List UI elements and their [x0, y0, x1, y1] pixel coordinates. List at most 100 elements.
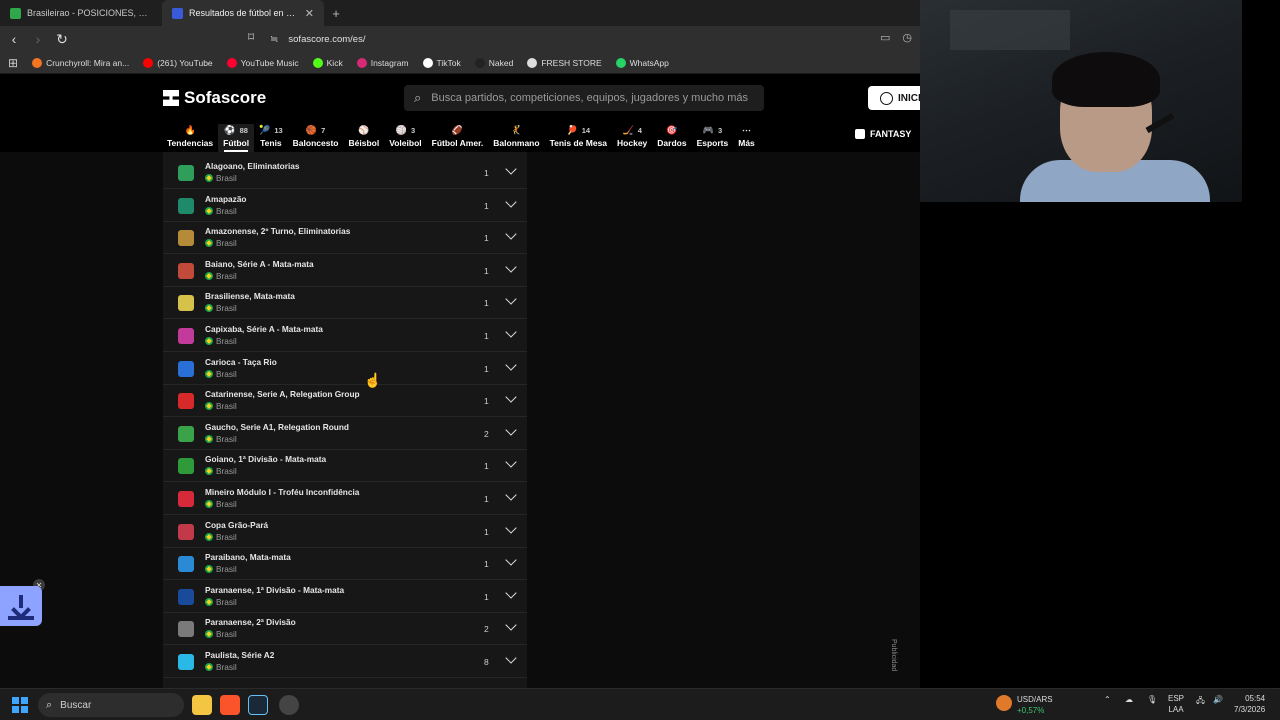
sport-tab-baseball[interactable]: ⚾ Béisbol [344, 124, 385, 152]
tournament-country: Brasil [205, 434, 237, 444]
reload-icon[interactable]: ↻ [52, 29, 72, 49]
tournament-row[interactable]: Paranaense, 1ª Divisão - Mata-mata Brasil… [163, 581, 527, 613]
chevron-down-icon[interactable] [505, 262, 517, 274]
tournament-name: Alagoano, Eliminatorias [205, 161, 300, 171]
system-clock[interactable]: 05:54 7/3/2026 [1234, 693, 1265, 715]
close-tab-icon[interactable]: ✕ [305, 7, 314, 20]
sport-label: Balonmano [493, 138, 540, 148]
file-explorer-icon[interactable] [192, 695, 212, 715]
tournament-row[interactable]: Goiano, 1ª Divisão - Mata-mata Brasil 1 [163, 450, 527, 483]
chevron-down-icon[interactable] [505, 392, 517, 404]
back-icon[interactable]: ‹ [4, 29, 24, 49]
tab-brasileirao[interactable]: Brasileirao - POSICIONES, RESULTADO [0, 0, 162, 26]
sport-label: Fútbol [223, 138, 250, 148]
bookmark-item[interactable]: Kick [312, 57, 343, 68]
sport-tab-flame[interactable]: 🔥 Tendencias [162, 124, 218, 152]
tournament-row[interactable]: Mineiro Módulo I - Troféu Inconfidência B… [163, 483, 527, 515]
sport-tab-basketball[interactable]: 🏀 7 Baloncesto [288, 124, 344, 152]
sport-tab-soccer-ball[interactable]: ⚽ 88 Fútbol [218, 124, 255, 152]
language-indicator[interactable]: ESP LAA [1168, 693, 1184, 715]
tab-sofascore[interactable]: Resultados de fútbol en directo ✕ [162, 0, 324, 26]
bookmark-item[interactable]: FRESH STORE [527, 57, 602, 68]
bookmark-icon[interactable]: ⌑ [248, 30, 254, 44]
bookmark-item[interactable]: Instagram [356, 57, 409, 68]
history-icon[interactable]: ◷ [902, 31, 912, 44]
bookmark-item[interactable]: WhatsApp [615, 57, 669, 68]
chevron-down-icon[interactable] [505, 653, 517, 665]
sport-tab-american-football[interactable]: 🏈 Fútbol Amer. [427, 124, 489, 152]
chevron-down-icon[interactable] [505, 425, 517, 437]
chevron-down-icon[interactable] [505, 620, 517, 632]
forward-icon[interactable]: › [28, 29, 48, 49]
country-name: Brasil [216, 564, 237, 575]
sport-tab-volleyball[interactable]: 🏐 3 Voleibol [384, 124, 426, 152]
microphone-icon[interactable]: 🎙 [1147, 695, 1157, 704]
search-box[interactable]: ⌕ [404, 85, 764, 111]
sport-tab-tennis[interactable]: 🎾 13 Tenis [254, 124, 288, 152]
sport-tab-hockey[interactable]: 🏒 4 Hockey [612, 124, 652, 152]
tournament-row[interactable]: Carioca - Taça Rio Brasil 1 [163, 353, 527, 385]
tournament-row[interactable]: Baiano, Série A - Mata-mata Brasil 1 [163, 255, 527, 287]
chevron-down-icon[interactable] [505, 588, 517, 600]
screen: Brasileirao - POSICIONES, RESULTADO Resu… [0, 0, 1280, 720]
chevron-down-icon[interactable] [505, 294, 517, 306]
sofascore-logo[interactable]: Sofascore [163, 88, 266, 108]
tournament-row[interactable]: Amapazão Brasil 1 [163, 190, 527, 222]
tournament-row[interactable]: Brasiliense, Mata-mata Brasil 1 [163, 287, 527, 320]
tournament-row[interactable]: Paranaense, 2ª Divisão Brasil 2 [163, 613, 527, 646]
bookmark-favicon-icon [422, 57, 433, 68]
bookmark-item[interactable]: Crunchyroll: Mira an... [32, 57, 129, 68]
bookmark-item[interactable]: YouTube Music [226, 57, 299, 68]
tournament-row[interactable]: Paraibano, Mata-mata Brasil 1 [163, 548, 527, 581]
event-count: 1 [484, 265, 489, 276]
bookmark-item[interactable]: Naked [474, 57, 513, 68]
app-icon[interactable] [279, 695, 299, 715]
tournament-row[interactable]: Alagoano, Eliminatorias Brasil 1 [163, 157, 527, 189]
event-count: 1 [484, 200, 489, 211]
chevron-down-icon[interactable] [505, 457, 517, 469]
sport-tab-table-tennis[interactable]: 🏓 14 Tenis de Mesa [545, 124, 612, 152]
volume-icon[interactable]: 🔊 [1213, 695, 1223, 704]
event-count: 1 [484, 331, 489, 341]
chevron-down-icon[interactable] [505, 164, 517, 176]
chevron-down-icon[interactable] [505, 197, 517, 209]
sport-tab-more[interactable]: ⋯ Más [733, 124, 760, 152]
chevron-down-icon[interactable] [505, 327, 517, 339]
chevron-down-icon[interactable] [505, 555, 517, 567]
chevron-down-icon[interactable] [505, 229, 517, 241]
bookmark-item[interactable]: (261) YouTube [143, 57, 213, 68]
taskbar-search[interactable]: ⌕ Buscar [38, 693, 184, 717]
site-info-icon[interactable]: ≒ [270, 34, 278, 45]
apps-grid-icon[interactable]: ⊞ [8, 56, 18, 70]
tray-chevron-icon[interactable]: ⌃ [1104, 695, 1111, 704]
login-button[interactable]: INICI [868, 86, 920, 110]
currency-widget-icon[interactable] [996, 695, 1012, 711]
sport-tab-handball[interactable]: 🤾 Balonmano [488, 124, 544, 152]
tournament-row[interactable]: Catarinense, Serie A, Relegation Group Br… [163, 385, 527, 418]
tournament-row[interactable]: Capixaba, Série A - Mata-mata Brasil 1 [163, 320, 527, 352]
search-input[interactable] [431, 92, 752, 104]
currency-widget[interactable]: USD/ARS +0,57% [1017, 694, 1053, 716]
chevron-down-icon[interactable] [505, 360, 517, 372]
picture-in-picture-icon[interactable]: ▭ [880, 31, 890, 44]
tournament-row[interactable]: Copa Grão-Pará Brasil 1 [163, 516, 527, 548]
steam-icon[interactable] [248, 695, 268, 715]
fantasy-link[interactable]: FANTASY [855, 129, 911, 139]
country-name: Brasil [216, 596, 237, 607]
bookmark-item[interactable]: TikTok [422, 57, 461, 68]
windows-start-icon[interactable] [12, 697, 28, 713]
tournament-row[interactable]: Gaucho, Serie A1, Relegation Round Brasil… [163, 418, 527, 450]
download-widget-button[interactable] [0, 586, 42, 626]
new-tab-button[interactable]: + [324, 0, 348, 26]
sport-tab-darts[interactable]: 🎯 Dardos [652, 124, 691, 152]
sport-tab-esports[interactable]: 🎮 3 Esports [692, 124, 734, 152]
address-field[interactable]: ≒ sofascore.com/es/ [270, 29, 365, 49]
url-text: sofascore.com/es/ [288, 33, 366, 45]
chevron-down-icon[interactable] [505, 523, 517, 535]
network-icon[interactable]: 🖧 [1196, 695, 1205, 709]
chevron-down-icon[interactable] [505, 490, 517, 502]
onedrive-icon[interactable]: ☁ [1125, 695, 1133, 704]
brave-browser-icon[interactable] [220, 695, 240, 715]
tournament-row[interactable]: Paulista, Série A2 Brasil 8 [163, 646, 527, 678]
tournament-row[interactable]: Amazonense, 2º Turno, Eliminatorias Brasi… [163, 222, 527, 255]
